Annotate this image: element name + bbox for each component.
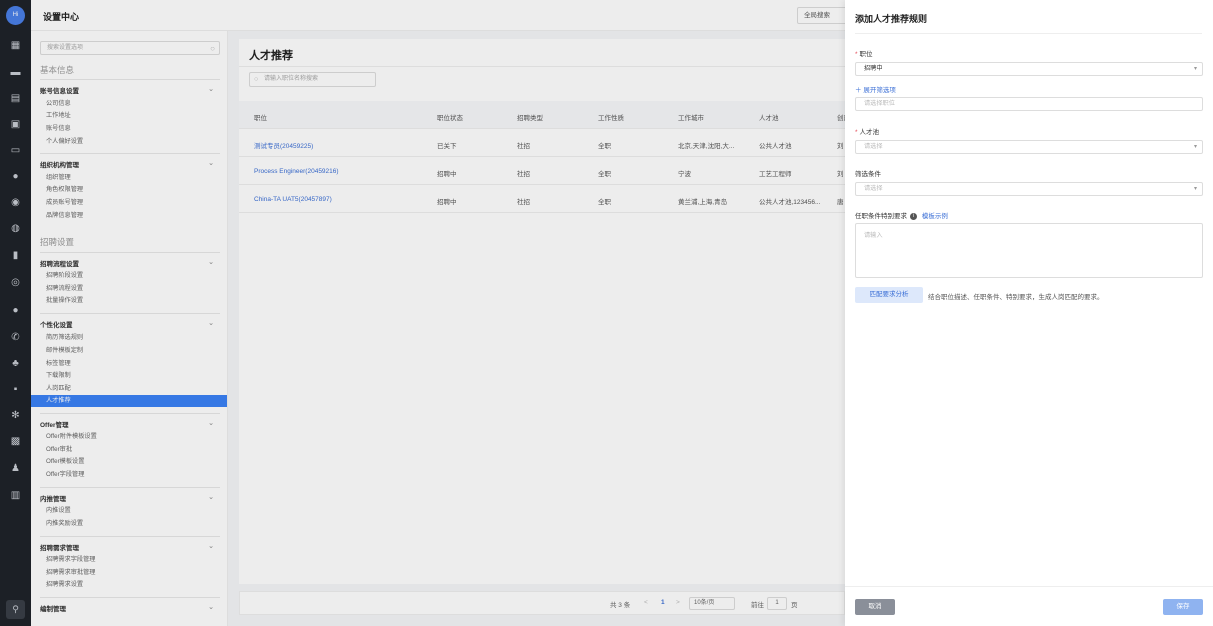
example-link[interactable]: 模板示例 <box>922 213 948 220</box>
position-select[interactable]: 请选择职位 <box>855 97 1203 111</box>
divider <box>855 33 1202 34</box>
filter-label: 筛选条件 <box>855 171 881 178</box>
analyze-hint: 结合职位描述、任职条件、特别要求，生成人岗匹配的要求。 <box>928 294 1104 301</box>
pool-select[interactable]: 请选择 ▾ <box>855 140 1203 154</box>
filter-select[interactable]: 请选择 ▾ <box>855 182 1203 196</box>
caret-down-icon: ▾ <box>1193 66 1197 72</box>
caret-down-icon: ▾ <box>1193 144 1197 150</box>
drawer-title: 添加人才推荐规则 <box>855 14 928 24</box>
position-label: * 职位 <box>855 51 873 58</box>
position-status-select[interactable]: 招聘中 ▾ <box>855 62 1203 76</box>
caret-down-icon: ▾ <box>1193 186 1197 192</box>
modal-overlay[interactable] <box>0 0 845 626</box>
requirement-textarea[interactable]: 请输入 <box>855 223 1203 278</box>
pool-label: * 人才池 <box>855 129 880 136</box>
drawer-footer: 取消 保存 <box>845 586 1213 626</box>
save-button[interactable]: 保存 <box>1163 599 1203 615</box>
info-icon[interactable]: i <box>910 212 917 220</box>
analyze-button[interactable]: 匹配要求分析 <box>855 287 923 303</box>
app-root: Hi ▦ ▬ ▤ ▣ ▭ ● ◉ ◍ ▮ ◎ ● ✆ ♣ ▪ ✻ ▩ ♟ ▥ ⚲… <box>0 0 1213 626</box>
expand-filter-link[interactable]: ＋ 展开筛选项 <box>855 84 896 94</box>
requirement-label: 任职条件特别要求 i 模板示例 <box>855 212 948 220</box>
add-rule-drawer: 添加人才推荐规则 * 职位 招聘中 ▾ ＋ 展开筛选项 请选择职位 * 人才池 请选… <box>845 0 1213 626</box>
cancel-button[interactable]: 取消 <box>855 599 895 615</box>
